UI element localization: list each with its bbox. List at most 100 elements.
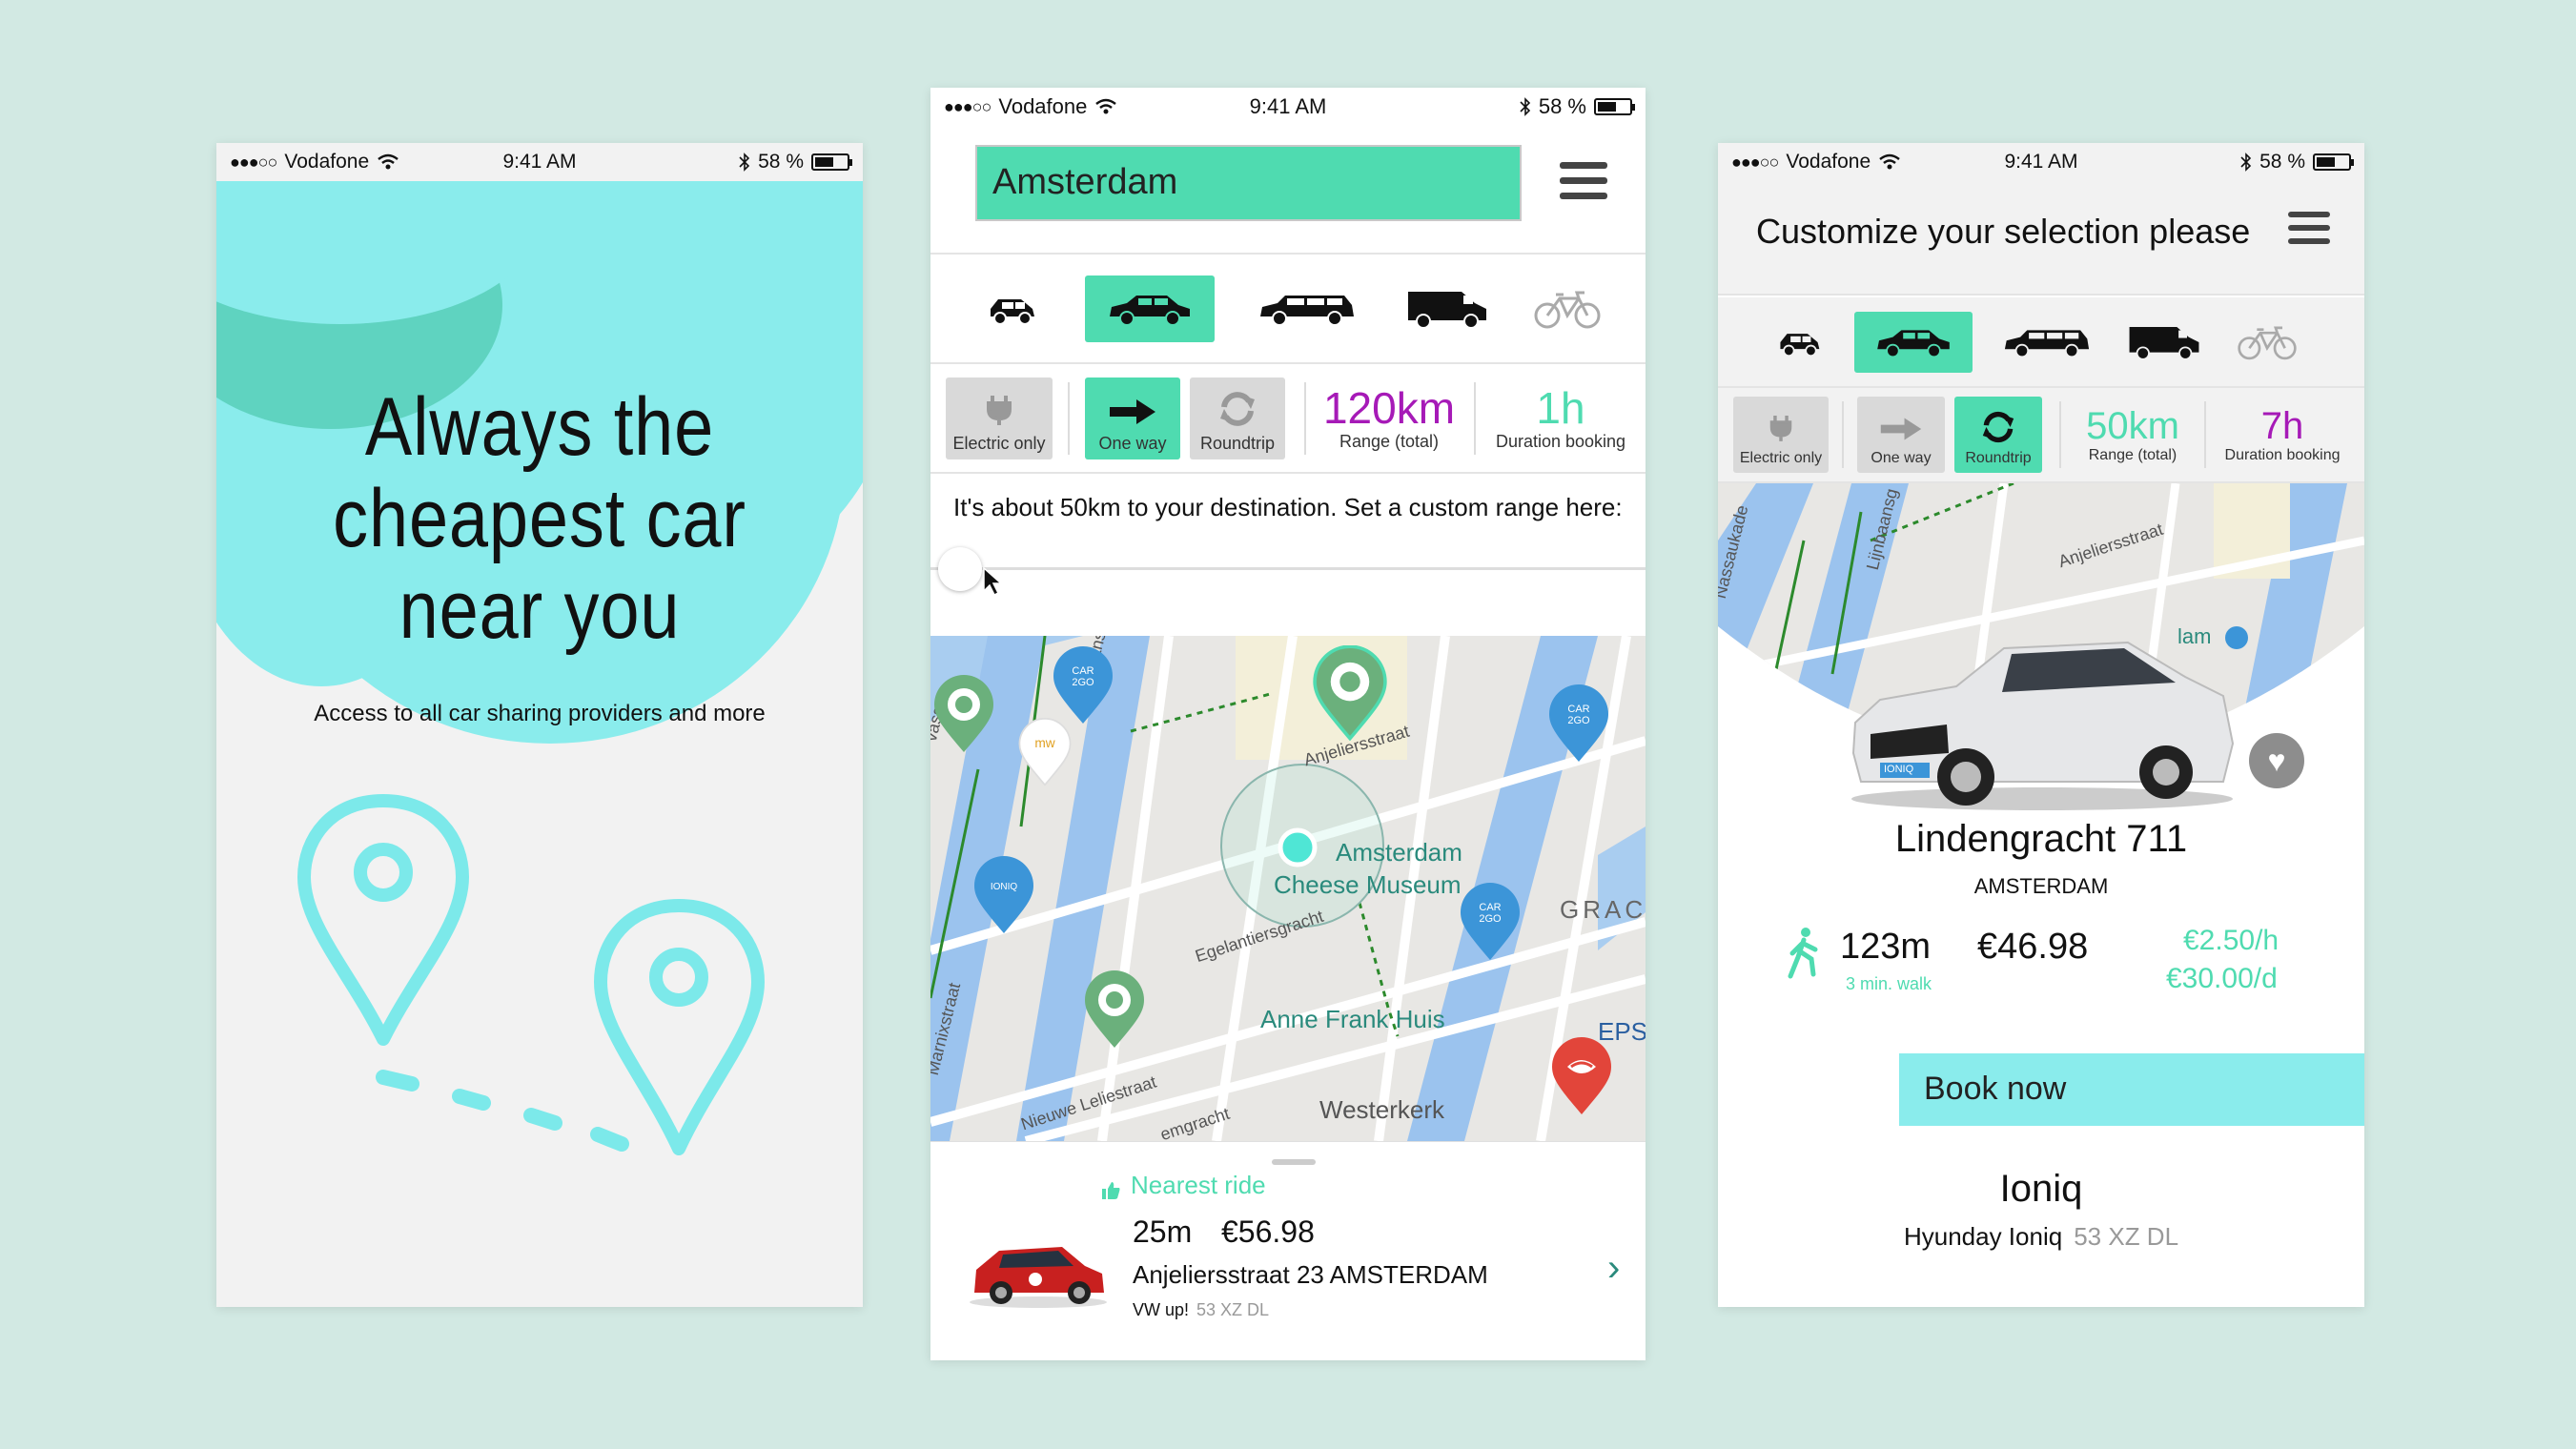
status-bar: ●●●○○ Vodafone 9:41 AM 58 % bbox=[930, 88, 1646, 126]
nearest-ride-card[interactable]: Nearest ride 25m €56.98 Anjeliersstraat … bbox=[930, 1141, 1646, 1360]
car-wagon-icon[interactable] bbox=[1255, 276, 1360, 342]
map-pin-car2go[interactable]: CAR2GO bbox=[1050, 645, 1116, 725]
battery-percent: 58 % bbox=[2259, 151, 2305, 173]
refresh-icon bbox=[1220, 391, 1255, 426]
clock: 9:41 AM bbox=[502, 151, 577, 173]
car-photo-vw-up bbox=[970, 1247, 1107, 1308]
drag-handle[interactable] bbox=[1272, 1159, 1316, 1165]
duration-booking[interactable]: 7h Duration booking bbox=[2216, 405, 2349, 464]
nearest-address: Anjeliersstraat 23 AMSTERDAM bbox=[1133, 1260, 1488, 1289]
arrow-right-icon bbox=[1110, 398, 1155, 424]
filter-bar: Electric only One way Roundtrip 50km Ran… bbox=[1718, 388, 2364, 483]
walk-distance: 123m bbox=[1840, 927, 1932, 967]
filter-bar: Electric only One way Roundtrip 120km Ra… bbox=[930, 364, 1646, 474]
carrier-label: Vodafone bbox=[1786, 151, 1871, 173]
map-pin-selected[interactable] bbox=[1307, 645, 1393, 741]
map-pin-mw[interactable]: mw bbox=[1016, 717, 1073, 787]
onboarding-headline: Always the cheapest car near you bbox=[333, 381, 746, 656]
map-label-anne-frank: Anne Frank Huis bbox=[1260, 1005, 1445, 1033]
car-wagon-icon[interactable] bbox=[1999, 312, 2095, 373]
one-way-toggle[interactable]: One way bbox=[1857, 397, 1945, 473]
range-prompt: It's about 50km to your destination. Set… bbox=[953, 493, 1623, 521]
range-total[interactable]: 50km Range (total) bbox=[2071, 405, 2195, 464]
location-pin-icon bbox=[297, 794, 469, 1046]
map-pin-green[interactable] bbox=[1081, 969, 1148, 1050]
book-now-button[interactable]: Book now bbox=[1899, 1053, 2364, 1126]
signal-icon: ●●●○○ bbox=[1731, 152, 1779, 172]
screen-car-detail: ●●●○○ Vodafone 9:41 AM 58 % Customize yo… bbox=[1718, 143, 2364, 1307]
pickup-city: AMSTERDAM bbox=[1973, 874, 2109, 898]
svg-text:mw: mw bbox=[1034, 736, 1054, 750]
range-slider-handle[interactable] bbox=[938, 547, 982, 591]
location-pin-icon bbox=[594, 899, 765, 1155]
nearest-price: €56.98 bbox=[1221, 1214, 1315, 1249]
car-model-line: Hyunday Ioniq 53 XZ DL bbox=[1903, 1222, 2179, 1251]
wifi-icon bbox=[1095, 98, 1117, 114]
carrier-label: Vodafone bbox=[284, 151, 370, 173]
map-pin-ioniq[interactable]: IONIQ bbox=[971, 855, 1037, 935]
electric-only-toggle[interactable]: Electric only bbox=[1733, 397, 1829, 473]
battery-percent: 58 % bbox=[1538, 94, 1586, 118]
car-small-icon[interactable] bbox=[978, 276, 1045, 342]
plug-icon bbox=[1769, 416, 1792, 441]
signal-icon: ●●●○○ bbox=[944, 96, 992, 116]
svg-text:CAR: CAR bbox=[1072, 665, 1094, 677]
screen-onboarding: ●●●○○ Vodafone 9:41 AM 58 % Always the c… bbox=[216, 143, 863, 1307]
battery-icon bbox=[2313, 153, 2354, 171]
plug-icon bbox=[987, 395, 1012, 425]
battery-icon bbox=[1594, 98, 1635, 115]
total-price: €46.98 bbox=[1977, 927, 2089, 967]
van-icon[interactable] bbox=[1400, 276, 1495, 342]
car-sedan-icon[interactable] bbox=[1085, 275, 1215, 342]
map-label-museum-1: Amsterdam bbox=[1336, 838, 1462, 867]
map-pin-green[interactable] bbox=[930, 674, 997, 754]
chevron-right-icon[interactable]: › bbox=[1607, 1247, 1620, 1290]
car-small-icon[interactable] bbox=[1770, 312, 1828, 373]
thumbs-up-icon bbox=[1102, 1182, 1120, 1199]
range-slider[interactable] bbox=[930, 567, 1646, 570]
bike-icon[interactable] bbox=[1529, 276, 1605, 342]
refresh-icon bbox=[1982, 411, 2014, 443]
arrow-right-icon bbox=[1880, 418, 1922, 440]
nearest-distance: 25m bbox=[1133, 1214, 1193, 1249]
bike-icon[interactable] bbox=[2234, 312, 2300, 373]
map-pin-car2go[interactable]: CAR2GO bbox=[1545, 684, 1612, 764]
one-way-toggle[interactable]: One way bbox=[1085, 377, 1180, 459]
electric-only-toggle[interactable]: Electric only bbox=[946, 377, 1053, 459]
favorite-heart-icon[interactable]: ♥ bbox=[2249, 733, 2304, 788]
roundtrip-toggle[interactable]: Roundtrip bbox=[1190, 377, 1285, 459]
map-pin-car2go[interactable]: CAR2GO bbox=[1457, 882, 1523, 962]
status-bar: ●●●○○ Vodafone 9:41 AM 58 % bbox=[1718, 143, 2364, 181]
vehicle-type-selector bbox=[930, 255, 1646, 364]
map-pin-red[interactable] bbox=[1548, 1036, 1615, 1116]
svg-text:2GO: 2GO bbox=[1072, 677, 1094, 688]
car-photo-ioniq bbox=[1851, 641, 2235, 810]
car-sedan-icon[interactable] bbox=[1854, 311, 1973, 373]
location-search-input[interactable]: Amsterdam bbox=[975, 145, 1522, 221]
hamburger-icon[interactable] bbox=[1560, 162, 1607, 204]
map-label-museum-2: Cheese Museum bbox=[1274, 870, 1462, 899]
roundtrip-toggle[interactable]: Roundtrip bbox=[1954, 397, 2042, 473]
walk-icon bbox=[1788, 928, 1818, 979]
search-header: Amsterdam bbox=[930, 126, 1646, 255]
vehicle-type-selector bbox=[1718, 297, 2364, 388]
walk-time: 3 min. walk bbox=[1846, 974, 1932, 993]
clock: 9:41 AM bbox=[1249, 94, 1327, 118]
pickup-location: Lindengracht 711 bbox=[1894, 818, 2188, 860]
rate-per-day: €30.00/d bbox=[2166, 963, 2278, 994]
range-total[interactable]: 120km Range (total) bbox=[1318, 384, 1461, 452]
svg-text:CAR: CAR bbox=[1479, 902, 1501, 913]
svg-text:CAR: CAR bbox=[1567, 704, 1589, 715]
map-view[interactable]: Amsterdam Cheese Museum Anne Frank Huis … bbox=[930, 636, 1646, 1141]
hamburger-icon[interactable] bbox=[2288, 212, 2330, 254]
duration-booking[interactable]: 1h Duration booking bbox=[1489, 384, 1632, 452]
bluetooth-icon bbox=[739, 153, 750, 172]
car-name: Ioniq bbox=[1999, 1168, 2083, 1210]
clock: 9:41 AM bbox=[2004, 151, 2078, 173]
battery-percent: 58 % bbox=[758, 151, 804, 173]
route-pins-illustration bbox=[297, 794, 765, 1155]
van-icon[interactable] bbox=[2121, 312, 2207, 373]
svg-text:2GO: 2GO bbox=[1479, 913, 1502, 925]
signal-icon: ●●●○○ bbox=[230, 152, 277, 172]
status-bar: ●●●○○ Vodafone 9:41 AM 58 % bbox=[216, 143, 863, 181]
